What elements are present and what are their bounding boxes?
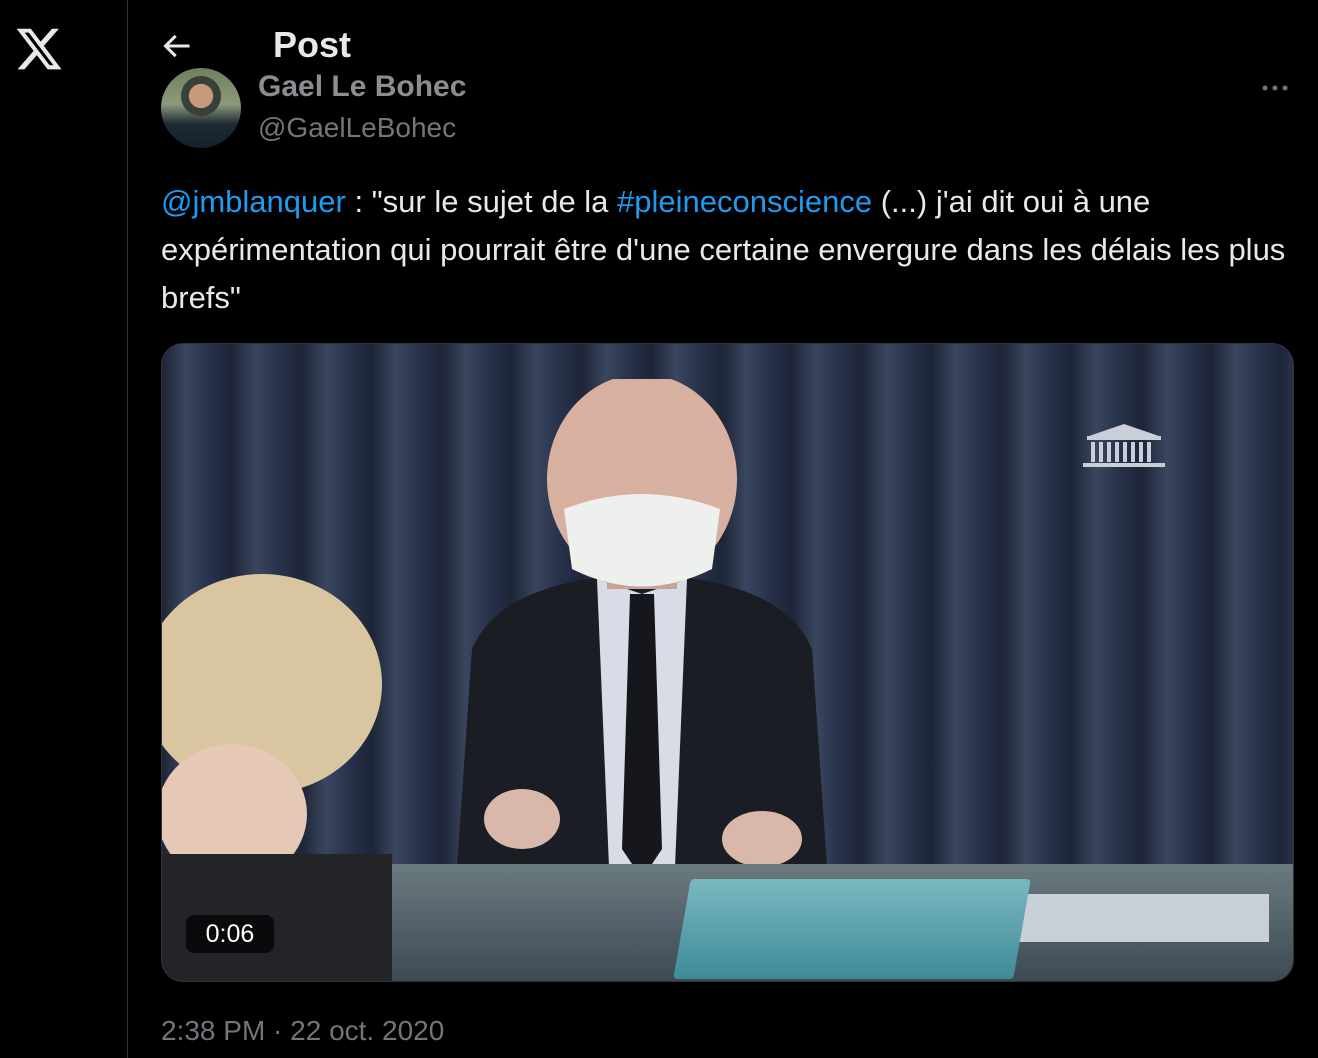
x-logo-icon[interactable] bbox=[14, 24, 64, 74]
post-timestamp[interactable]: 2:38 PM · 22 oct. 2020 bbox=[161, 1015, 444, 1047]
page-title: Post bbox=[273, 24, 352, 65]
assemblee-logo-icon bbox=[1083, 424, 1165, 467]
video-player[interactable] bbox=[161, 343, 1294, 982]
left-nav-rail bbox=[0, 0, 128, 1058]
hashtag-link[interactable]: #pleineconscience bbox=[617, 184, 872, 219]
arrow-left-icon bbox=[163, 34, 190, 58]
speaker-figure bbox=[452, 379, 832, 939]
desk-screen bbox=[994, 894, 1269, 942]
back-button[interactable] bbox=[158, 28, 198, 64]
more-horizontal-icon bbox=[1262, 85, 1288, 91]
author-name[interactable]: Gael Le Bohec bbox=[258, 70, 466, 104]
video-duration-badge: 0:06 bbox=[186, 915, 274, 953]
more-button[interactable] bbox=[1257, 76, 1293, 100]
document-folders bbox=[673, 879, 1031, 979]
mention-link[interactable]: @jmblanquer bbox=[161, 184, 346, 219]
tweet-text-part1: : "sur le sujet de la bbox=[345, 184, 618, 219]
avatar[interactable] bbox=[161, 68, 241, 148]
tweet-text: @jmblanquer : "sur le sujet de la #plein… bbox=[161, 178, 1301, 322]
author-handle[interactable]: @GaelLeBohec bbox=[258, 112, 456, 144]
